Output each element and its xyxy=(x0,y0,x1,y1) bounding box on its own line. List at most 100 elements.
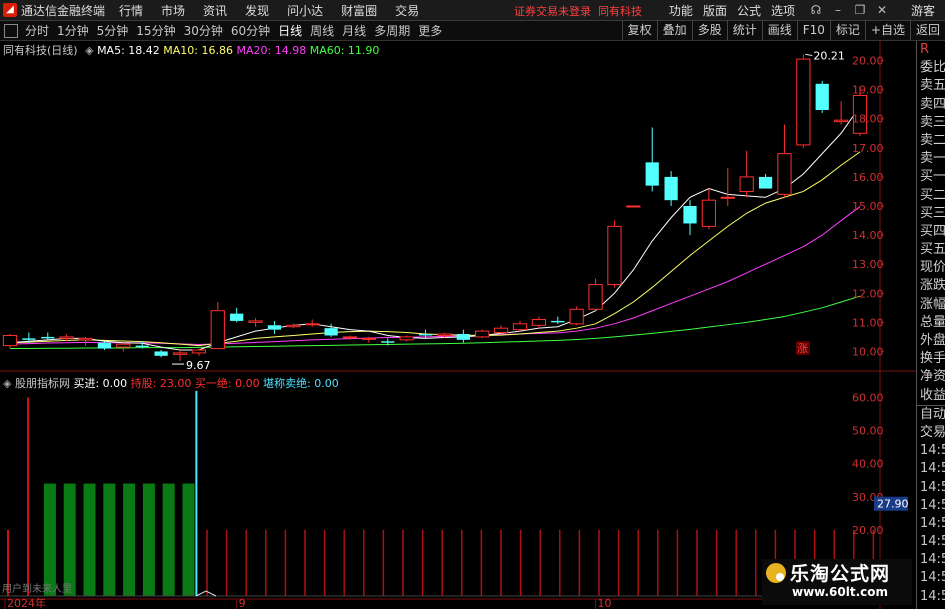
panel-quote-item[interactable]: 买四 xyxy=(917,223,945,241)
candle-body xyxy=(551,320,565,323)
panel-time-item[interactable]: 14:56 xyxy=(917,588,945,606)
panel-quote-item[interactable]: 卖五 xyxy=(917,77,945,95)
indicator-green-bar xyxy=(162,483,175,596)
panel-quote-item[interactable]: 收益 xyxy=(917,387,945,405)
candle-body xyxy=(588,284,603,310)
indicator-green-bar xyxy=(83,483,96,596)
login-warning[interactable]: 证券交易未登录 同有科技 xyxy=(514,3,642,19)
panel-time-item[interactable]: 14:56 xyxy=(917,569,945,587)
date-axis-label: 10 xyxy=(598,597,612,609)
indicator-toggle-icon[interactable]: ◈ xyxy=(3,377,11,390)
indicator-axis-label: 40.00 xyxy=(852,458,884,471)
candle-body xyxy=(494,327,509,334)
candle-body xyxy=(664,176,678,201)
panel-quote-item[interactable]: 买二 xyxy=(917,187,945,205)
panel-time-item[interactable]: 14:56 xyxy=(917,551,945,569)
close-icon[interactable]: ✕ xyxy=(871,3,893,17)
mark-button[interactable]: 标记 xyxy=(829,21,865,40)
guest-label[interactable]: 游客 xyxy=(911,2,935,19)
panel-time-item[interactable]: 14:56 xyxy=(917,479,945,497)
panel-time-item[interactable]: 14:56 xyxy=(917,497,945,515)
indicator-buy-now: 买一绝: 0.00 xyxy=(194,377,260,390)
panel-quote-item[interactable]: 换手 xyxy=(917,350,945,368)
period-tab-more[interactable]: 更多 xyxy=(414,22,446,39)
panel-auto-trade-item[interactable]: 自动 xyxy=(917,406,945,424)
panel-time-item[interactable]: 14:56 xyxy=(917,515,945,533)
menu-ask[interactable]: 问小达 xyxy=(287,2,323,19)
period-tab-weekly[interactable]: 周线 xyxy=(306,22,338,39)
headset-icon[interactable]: ☊ xyxy=(805,3,827,17)
candle-body xyxy=(2,334,18,347)
panel-quote-item[interactable]: 涨幅 xyxy=(917,296,945,314)
panel-time-item[interactable]: 14:56 xyxy=(917,460,945,478)
menu-formula[interactable]: 公式 xyxy=(737,2,761,19)
kline-chart[interactable]: 20.00 19.00 18.00 17.00 16.00 15.00 14.00 13.00… xyxy=(0,41,916,609)
menu-options[interactable]: 选项 xyxy=(771,2,795,19)
period-tab-30min[interactable]: 30分钟 xyxy=(180,22,227,39)
panel-quote-item[interactable]: 净资 xyxy=(917,368,945,386)
panel-quote-item[interactable]: 卖三 xyxy=(917,114,945,132)
limit-up-mark: 涨 xyxy=(797,342,808,355)
period-tab-5min[interactable]: 5分钟 xyxy=(93,22,133,39)
adjust-button[interactable]: 复权 xyxy=(621,21,657,40)
period-tab-60min[interactable]: 60分钟 xyxy=(227,22,274,39)
panel-time-item[interactable]: 14:56 xyxy=(917,533,945,551)
menu-quotes[interactable]: 行情 xyxy=(119,2,143,19)
price-axis-label: 16.00 xyxy=(852,171,884,184)
overlay-button[interactable]: 叠加 xyxy=(656,21,692,40)
period-tab-intraday[interactable]: 分时 xyxy=(21,22,53,39)
period-toolbar: 分时 1分钟 5分钟 15分钟 30分钟 60分钟 日线 周线 月线 多周期 更… xyxy=(0,21,945,41)
f10-button[interactable]: F10 xyxy=(796,21,830,40)
period-tab-15min[interactable]: 15分钟 xyxy=(132,22,179,39)
candle-body xyxy=(210,310,225,350)
panel-quote-item[interactable]: 总量 xyxy=(917,314,945,332)
legend-ma60: MA60: 11.90 xyxy=(309,44,380,57)
back-button[interactable]: 返回 xyxy=(909,21,945,40)
app-logo-icon: ◢ xyxy=(3,3,17,17)
candle-body xyxy=(324,328,338,336)
panel-quote-item[interactable]: 外盘 xyxy=(917,332,945,350)
candle-body xyxy=(569,308,584,325)
draw-line-button[interactable]: 画线 xyxy=(761,21,797,40)
panel-quote-item[interactable]: 现价 xyxy=(917,259,945,277)
menu-market[interactable]: 市场 xyxy=(161,2,185,19)
menu-news[interactable]: 资讯 xyxy=(203,2,227,19)
legend-toggle-icon[interactable]: ◈ xyxy=(85,44,93,57)
period-tab-monthly[interactable]: 月线 xyxy=(338,22,370,39)
candle-body xyxy=(683,206,697,224)
candle-body xyxy=(607,225,622,286)
panel-toggle-icon[interactable] xyxy=(4,23,18,38)
legend-stock-title: 同有科技(日线) xyxy=(3,44,78,57)
panel-quote-item[interactable]: 买一 xyxy=(917,168,945,186)
date-axis-label: 2024年 xyxy=(7,596,46,609)
panel-quote-item[interactable]: 卖二 xyxy=(917,132,945,150)
watermark-title: 乐淘公式网 xyxy=(790,563,891,585)
candle-body xyxy=(720,196,735,199)
restore-icon[interactable]: ❐ xyxy=(849,3,871,17)
price-axis-label: 15.00 xyxy=(852,200,884,213)
period-tab-multi[interactable]: 多周期 xyxy=(370,22,414,39)
panel-quote-item[interactable]: 委比 xyxy=(917,59,945,77)
menu-discover[interactable]: 发现 xyxy=(245,2,269,19)
multi-stock-button[interactable]: 多股 xyxy=(691,21,727,40)
minimize-icon[interactable]: – xyxy=(827,3,849,17)
panel-quote-item[interactable]: 卖四 xyxy=(917,96,945,114)
panel-auto-trade-item[interactable]: 交易 xyxy=(917,424,945,442)
menu-function[interactable]: 功能 xyxy=(669,2,693,19)
panel-quote-item[interactable]: 涨跌 xyxy=(917,277,945,295)
panel-r-marker[interactable]: R xyxy=(917,41,945,59)
menu-layout[interactable]: 版面 xyxy=(703,2,727,19)
menu-trade[interactable]: 交易 xyxy=(395,2,419,19)
panel-quote-item[interactable]: 买五 xyxy=(917,241,945,259)
add-favorite-button[interactable]: +自选 xyxy=(864,21,910,40)
indicator-green-bar xyxy=(123,483,136,596)
stats-button[interactable]: 统计 xyxy=(726,21,762,40)
panel-quote-item[interactable]: 卖一 xyxy=(917,150,945,168)
candle-body xyxy=(418,334,433,336)
panel-time-item[interactable]: 14:56 xyxy=(917,442,945,460)
period-tab-1min[interactable]: 1分钟 xyxy=(53,22,93,39)
candle-body xyxy=(758,176,773,189)
panel-quote-item[interactable]: 买三 xyxy=(917,205,945,223)
menu-wealth[interactable]: 财富圈 xyxy=(341,2,377,19)
period-tab-daily[interactable]: 日线 xyxy=(274,22,306,39)
